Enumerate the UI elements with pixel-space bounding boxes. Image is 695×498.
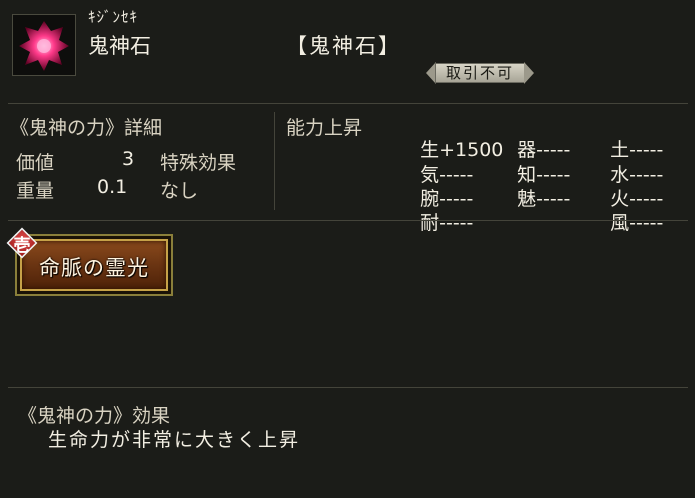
rank-badge: 壱	[6, 227, 40, 259]
weight-number: 0.1	[97, 176, 128, 198]
value-number: 3	[122, 148, 135, 170]
divider-bottom	[8, 387, 688, 388]
stat-label: 耐	[420, 212, 440, 234]
stat-value: -----	[536, 188, 571, 210]
item-title: 【鬼神石】	[286, 34, 401, 58]
weight-label: 重量	[16, 180, 55, 202]
effect-title: 《鬼神の力》効果	[18, 405, 171, 427]
stat-value: -----	[629, 212, 664, 234]
crystal-icon	[19, 21, 69, 71]
item-furigana: ｷｼﾞﾝｾｷ	[88, 8, 139, 26]
rank-label: 壱	[13, 236, 31, 256]
value-label: 価値	[16, 152, 55, 174]
item-icon	[12, 14, 76, 76]
stat-value: -----	[439, 212, 474, 234]
trade-status-label: 取引不可	[435, 63, 525, 83]
ability-header: 能力上昇	[286, 117, 363, 139]
effect-description: 生命力が非常に大きく上昇	[48, 429, 301, 451]
divider-top	[8, 103, 688, 104]
skill-name: 命脈の霊光	[39, 256, 149, 280]
stat-label: 魅	[517, 188, 537, 210]
special-effect-value: なし	[160, 180, 199, 202]
stat-wind: 風-----	[598, 186, 663, 235]
divider-vertical	[274, 112, 275, 210]
trade-status-badge: 取引不可	[426, 62, 534, 84]
special-effect-label: 特殊効果	[160, 152, 237, 174]
stat-label: 風	[610, 212, 630, 234]
stat-endurance: 耐-----	[408, 186, 473, 235]
item-name: 鬼神石	[88, 34, 151, 58]
details-header: 《鬼神の力》詳細	[10, 117, 163, 139]
divider-middle	[8, 220, 688, 221]
stat-charm: 魅-----	[505, 162, 570, 211]
